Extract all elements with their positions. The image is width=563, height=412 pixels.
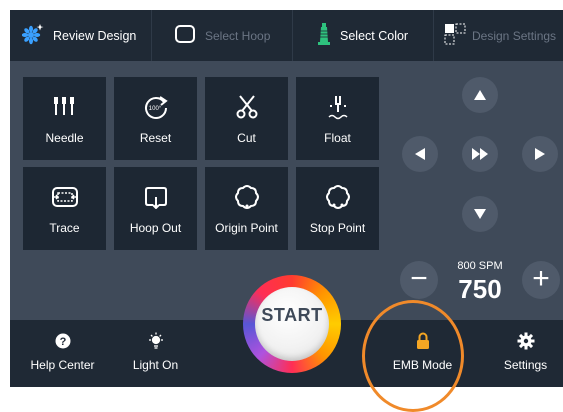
hoop-out-button[interactable]: Hoop Out [114,167,197,250]
settings-button[interactable]: Settings [488,320,563,387]
needle-icon [52,94,78,120]
float-label: Float [324,131,351,145]
tab-design-settings[interactable]: Design Settings [434,10,563,61]
stop-point-button[interactable]: Stop Point [296,167,379,250]
start-label: START [261,305,323,325]
trace-button[interactable]: Trace [23,167,106,250]
start-button-face[interactable]: START [255,287,329,361]
needle-label: Needle [45,131,84,145]
embroidery-screen: Review Design Select Hoop Select Color D… [10,10,563,387]
gear-icon [517,332,535,350]
plus-icon: + [532,262,550,295]
origin-point-label: Origin Point [215,221,278,235]
speed-max-label: 800 SPM [457,260,503,272]
tab-select-color-label: Select Color [340,28,409,43]
hoop-out-label: Hoop Out [129,221,182,235]
review-design-icon [21,23,44,48]
svg-text:?: ? [59,336,66,348]
settings-label: Settings [503,358,548,372]
stop-point-icon [325,184,351,210]
minus-icon: − [410,261,428,295]
hoop-out-icon [143,184,169,210]
thread-spool-icon [317,23,331,48]
speed-value: 750 [458,274,502,304]
trace-label: Trace [49,221,80,235]
design-settings-icon [444,23,466,48]
help-icon: ? [55,332,71,350]
move-up-button[interactable] [462,77,498,113]
needle-button[interactable]: Needle [23,77,106,160]
triangle-left-icon [415,148,425,160]
cut-button[interactable]: Cut [205,77,288,160]
fast-forward-icon [472,148,488,160]
help-center-label: Help Center [30,358,95,372]
stop-point-label: Stop Point [309,221,366,235]
triangle-down-icon [474,209,486,219]
tab-select-hoop[interactable]: Select Hoop [152,10,292,61]
tab-review-design-label: Review Design [53,28,137,43]
trace-icon [51,184,79,210]
tab-select-color[interactable]: Select Color [293,10,433,61]
start-button[interactable]: START [243,275,341,373]
move-left-button[interactable] [402,136,438,172]
speed-increase-button[interactable]: + [522,261,560,299]
help-center-button[interactable]: ? Help Center [20,320,105,387]
scissors-icon [235,94,259,120]
triangle-up-icon [474,90,486,100]
speed-decrease-button[interactable]: − [400,261,438,299]
origin-point-button[interactable]: Origin Point [205,167,288,250]
reset-icon: 100° [142,94,170,120]
cut-label: Cut [237,131,256,145]
tab-design-settings-label: Design Settings [472,28,557,43]
reset-badge: 100° [148,106,161,112]
float-icon [325,94,351,120]
origin-point-icon [234,184,260,210]
reset-label: Reset [139,131,172,145]
tab-select-hoop-label: Select Hoop [205,28,271,43]
fast-forward-button[interactable] [462,136,498,172]
tab-review-design[interactable]: Review Design [10,10,150,61]
light-on-label: Light On [132,358,179,372]
triangle-right-icon [535,148,545,160]
reset-button[interactable]: 100° Reset [114,77,197,160]
move-right-button[interactable] [522,136,558,172]
hoop-icon [174,24,196,47]
light-on-button[interactable]: Light On [118,320,193,387]
move-down-button[interactable] [462,196,498,232]
float-button[interactable]: Float [296,77,379,160]
light-icon [147,332,165,350]
emb-mode-highlight-circle [362,300,464,412]
